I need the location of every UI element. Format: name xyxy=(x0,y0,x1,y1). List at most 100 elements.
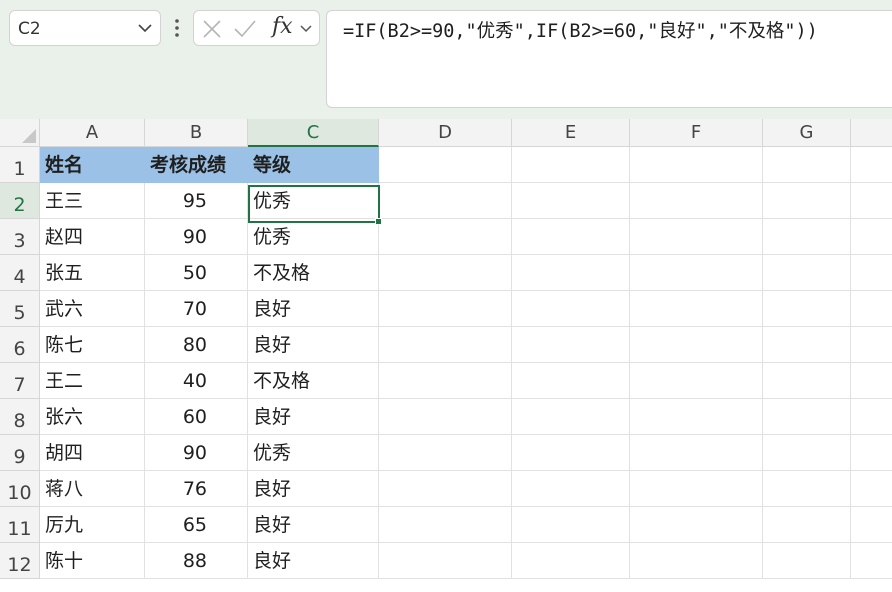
cell-a3[interactable]: 赵四 xyxy=(40,219,145,255)
cell-e2[interactable] xyxy=(512,183,630,219)
cell-e7[interactable] xyxy=(512,363,630,399)
cell-b11[interactable]: 65 xyxy=(145,507,248,543)
cell-a9[interactable]: 胡四 xyxy=(40,435,145,471)
cell-partial10[interactable] xyxy=(851,471,892,507)
cell-c3[interactable]: 优秀 xyxy=(248,219,379,255)
cell-a12[interactable]: 陈十 xyxy=(40,543,145,579)
cell-d12[interactable] xyxy=(379,543,512,579)
cell-e6[interactable] xyxy=(512,327,630,363)
cell-d11[interactable] xyxy=(379,507,512,543)
cell-b7[interactable]: 40 xyxy=(145,363,248,399)
cell-b9[interactable]: 90 xyxy=(145,435,248,471)
cell-g2[interactable] xyxy=(763,183,851,219)
cell-b3[interactable]: 90 xyxy=(145,219,248,255)
cell-e10[interactable] xyxy=(512,471,630,507)
row-header-12[interactable]: 12 xyxy=(0,543,40,579)
cell-c1[interactable]: 等级 xyxy=(248,147,379,183)
cell-c5[interactable]: 良好 xyxy=(248,291,379,327)
cell-e3[interactable] xyxy=(512,219,630,255)
cell-d10[interactable] xyxy=(379,471,512,507)
cell-partial5[interactable] xyxy=(851,291,892,327)
cell-g5[interactable] xyxy=(763,291,851,327)
cell-f7[interactable] xyxy=(630,363,763,399)
cell-g12[interactable] xyxy=(763,543,851,579)
cell-c8[interactable]: 良好 xyxy=(248,399,379,435)
cell-g10[interactable] xyxy=(763,471,851,507)
cell-f9[interactable] xyxy=(630,435,763,471)
cell-c10[interactable]: 良好 xyxy=(248,471,379,507)
cell-b4[interactable]: 50 xyxy=(145,255,248,291)
chevron-down-icon[interactable] xyxy=(300,25,312,33)
cell-d9[interactable] xyxy=(379,435,512,471)
row-header-11[interactable]: 11 xyxy=(0,507,40,543)
cell-partial11[interactable] xyxy=(851,507,892,543)
cell-a8[interactable]: 张六 xyxy=(40,399,145,435)
column-header-partial[interactable] xyxy=(851,119,892,147)
cell-e11[interactable] xyxy=(512,507,630,543)
cell-b12[interactable]: 88 xyxy=(145,543,248,579)
cell-c11[interactable]: 良好 xyxy=(248,507,379,543)
insert-function-icon[interactable]: fx xyxy=(272,14,293,39)
row-header-8[interactable]: 8 xyxy=(0,399,40,435)
column-header-g[interactable]: G xyxy=(763,119,851,147)
cell-c6[interactable]: 良好 xyxy=(248,327,379,363)
cell-b8[interactable]: 60 xyxy=(145,399,248,435)
cell-e8[interactable] xyxy=(512,399,630,435)
cell-d6[interactable] xyxy=(379,327,512,363)
chevron-down-icon[interactable] xyxy=(138,23,152,33)
column-header-e[interactable]: E xyxy=(512,119,630,147)
cell-e4[interactable] xyxy=(512,255,630,291)
cell-partial6[interactable] xyxy=(851,327,892,363)
formula-input[interactable]: =IF(B2>=90,"优秀",IF(B2>=60,"良好","不及格")) xyxy=(326,10,892,108)
column-header-c[interactable]: C xyxy=(248,119,379,147)
cell-partial8[interactable] xyxy=(851,399,892,435)
column-header-f[interactable]: F xyxy=(630,119,763,147)
cell-e12[interactable] xyxy=(512,543,630,579)
row-header-1[interactable]: 1 xyxy=(0,147,40,183)
cancel-icon[interactable] xyxy=(202,19,222,39)
cell-partial7[interactable] xyxy=(851,363,892,399)
cell-g1[interactable] xyxy=(763,147,851,183)
cell-a4[interactable]: 张五 xyxy=(40,255,145,291)
cell-e9[interactable] xyxy=(512,435,630,471)
cell-f3[interactable] xyxy=(630,219,763,255)
cell-f5[interactable] xyxy=(630,291,763,327)
cell-g4[interactable] xyxy=(763,255,851,291)
cell-a7[interactable]: 王二 xyxy=(40,363,145,399)
row-header-9[interactable]: 9 xyxy=(0,435,40,471)
cell-f8[interactable] xyxy=(630,399,763,435)
cell-f12[interactable] xyxy=(630,543,763,579)
cell-f11[interactable] xyxy=(630,507,763,543)
row-header-7[interactable]: 7 xyxy=(0,363,40,399)
cell-d5[interactable] xyxy=(379,291,512,327)
cell-g11[interactable] xyxy=(763,507,851,543)
cell-partial4[interactable] xyxy=(851,255,892,291)
cell-partial12[interactable] xyxy=(851,543,892,579)
cell-g8[interactable] xyxy=(763,399,851,435)
cell-a2[interactable]: 王三 xyxy=(40,183,145,219)
cell-c7[interactable]: 不及格 xyxy=(248,363,379,399)
cell-b5[interactable]: 70 xyxy=(145,291,248,327)
cell-e5[interactable] xyxy=(512,291,630,327)
name-box[interactable]: C2 xyxy=(9,10,161,46)
row-header-3[interactable]: 3 xyxy=(0,219,40,255)
cell-d7[interactable] xyxy=(379,363,512,399)
cell-partial3[interactable] xyxy=(851,219,892,255)
cell-b6[interactable]: 80 xyxy=(145,327,248,363)
check-icon[interactable] xyxy=(234,19,256,39)
cell-a11[interactable]: 厉九 xyxy=(40,507,145,543)
cell-a5[interactable]: 武六 xyxy=(40,291,145,327)
cell-f6[interactable] xyxy=(630,327,763,363)
column-header-d[interactable]: D xyxy=(379,119,512,147)
row-header-2[interactable]: 2 xyxy=(0,183,40,219)
row-header-4[interactable]: 4 xyxy=(0,255,40,291)
row-header-5[interactable]: 5 xyxy=(0,291,40,327)
cell-b10[interactable]: 76 xyxy=(145,471,248,507)
cell-f1[interactable] xyxy=(630,147,763,183)
cell-b2[interactable]: 95 xyxy=(145,183,248,219)
cell-partial1[interactable] xyxy=(851,147,892,183)
cell-c2[interactable]: 优秀 xyxy=(248,183,379,219)
cell-d3[interactable] xyxy=(379,219,512,255)
cell-f10[interactable] xyxy=(630,471,763,507)
cell-partial2[interactable] xyxy=(851,183,892,219)
